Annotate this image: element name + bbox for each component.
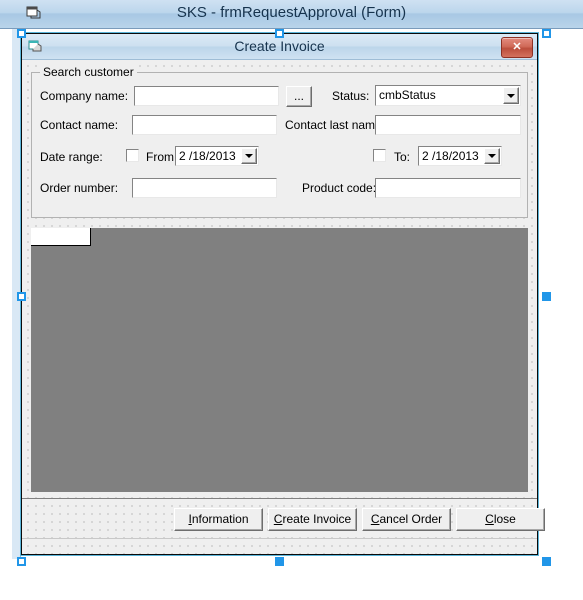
close-button[interactable]: Close [456, 508, 545, 531]
screenshot-root: SKS - frmRequestApproval (Form) Create I… [0, 0, 583, 600]
to-date-value: 2 /18/2013 [422, 149, 479, 163]
to-date-dropdown-icon[interactable] [484, 148, 500, 164]
create-invoice-button-post: reate Invoice [282, 512, 352, 526]
resize-handle-bottom-right[interactable] [542, 557, 551, 566]
create-invoice-button[interactable]: Create Invoice [268, 508, 357, 531]
resize-handle-bottom-center[interactable] [275, 557, 284, 566]
resize-handle-middle-left[interactable] [17, 292, 26, 301]
from-date-picker[interactable]: 2 /18/2013 [175, 146, 259, 166]
search-customer-groupbox: Search customer Company name: ... Status… [31, 65, 528, 218]
order-number-label: Order number: [40, 181, 119, 195]
close-button-accesskey: C [485, 512, 494, 526]
contact-name-label: Contact name: [40, 118, 119, 132]
chevron-down-icon[interactable] [503, 87, 519, 104]
results-panel[interactable] [31, 228, 528, 492]
cancel-order-button-post: ancel Order [379, 512, 443, 526]
contact-last-name-label: Contact last name: [285, 118, 386, 132]
designer-window-title: SKS - frmRequestApproval (Form) [176, 4, 407, 21]
date-range-label: Date range: [40, 150, 103, 164]
from-date-dropdown-icon[interactable] [241, 148, 257, 164]
order-number-input[interactable] [132, 178, 277, 198]
resize-handle-top-center[interactable] [275, 29, 284, 38]
contact-last-name-input[interactable] [375, 115, 521, 135]
resize-handle-top-left[interactable] [17, 29, 26, 38]
status-label: Status: [332, 89, 370, 103]
bottom-button-bar: Information Create Invoice Cancel Order … [22, 499, 545, 538]
to-label: To: [394, 150, 411, 164]
form-title: Create Invoice [234, 38, 325, 54]
product-code-input[interactable] [375, 178, 521, 198]
from-date-checkbox[interactable] [126, 149, 139, 162]
from-label: From: [146, 150, 178, 164]
designer-titlebar-inner: SKS - frmRequestApproval (Form) [0, 0, 583, 28]
results-panel-tab[interactable] [31, 228, 91, 246]
company-name-label: Company name: [40, 89, 129, 103]
designer-window-titlebar: SKS - frmRequestApproval (Form) [0, 0, 583, 29]
bottom-divider-2 [22, 538, 537, 539]
company-name-input[interactable] [134, 86, 279, 106]
information-button-post: nformation [191, 512, 249, 526]
resize-handle-top-right[interactable] [542, 29, 551, 38]
product-code-label: Product code: [302, 181, 377, 195]
status-combobox[interactable]: cmbStatus [375, 85, 521, 106]
information-button[interactable]: Information [174, 508, 263, 531]
resize-handle-middle-right[interactable] [542, 292, 551, 301]
resize-handle-bottom-left[interactable] [17, 557, 26, 566]
company-browse-button[interactable]: ... [286, 86, 312, 107]
ide-left-chrome [0, 0, 12, 600]
to-date-checkbox[interactable] [373, 149, 386, 162]
from-date-value: 2 /18/2013 [179, 149, 236, 163]
search-customer-title: Search customer [40, 65, 137, 79]
close-button-post: lose [493, 512, 516, 526]
form-client-area: Search customer Company name: ... Status… [22, 60, 545, 554]
cancel-order-button[interactable]: Cancel Order [362, 508, 451, 531]
contact-name-input[interactable] [132, 115, 277, 135]
to-date-picker[interactable]: 2 /18/2013 [418, 146, 502, 166]
status-combobox-value: cmbStatus [379, 88, 436, 102]
create-invoice-form: Create Invoice ✕ Search customer Company… [21, 33, 545, 555]
close-icon[interactable]: ✕ [501, 37, 533, 58]
